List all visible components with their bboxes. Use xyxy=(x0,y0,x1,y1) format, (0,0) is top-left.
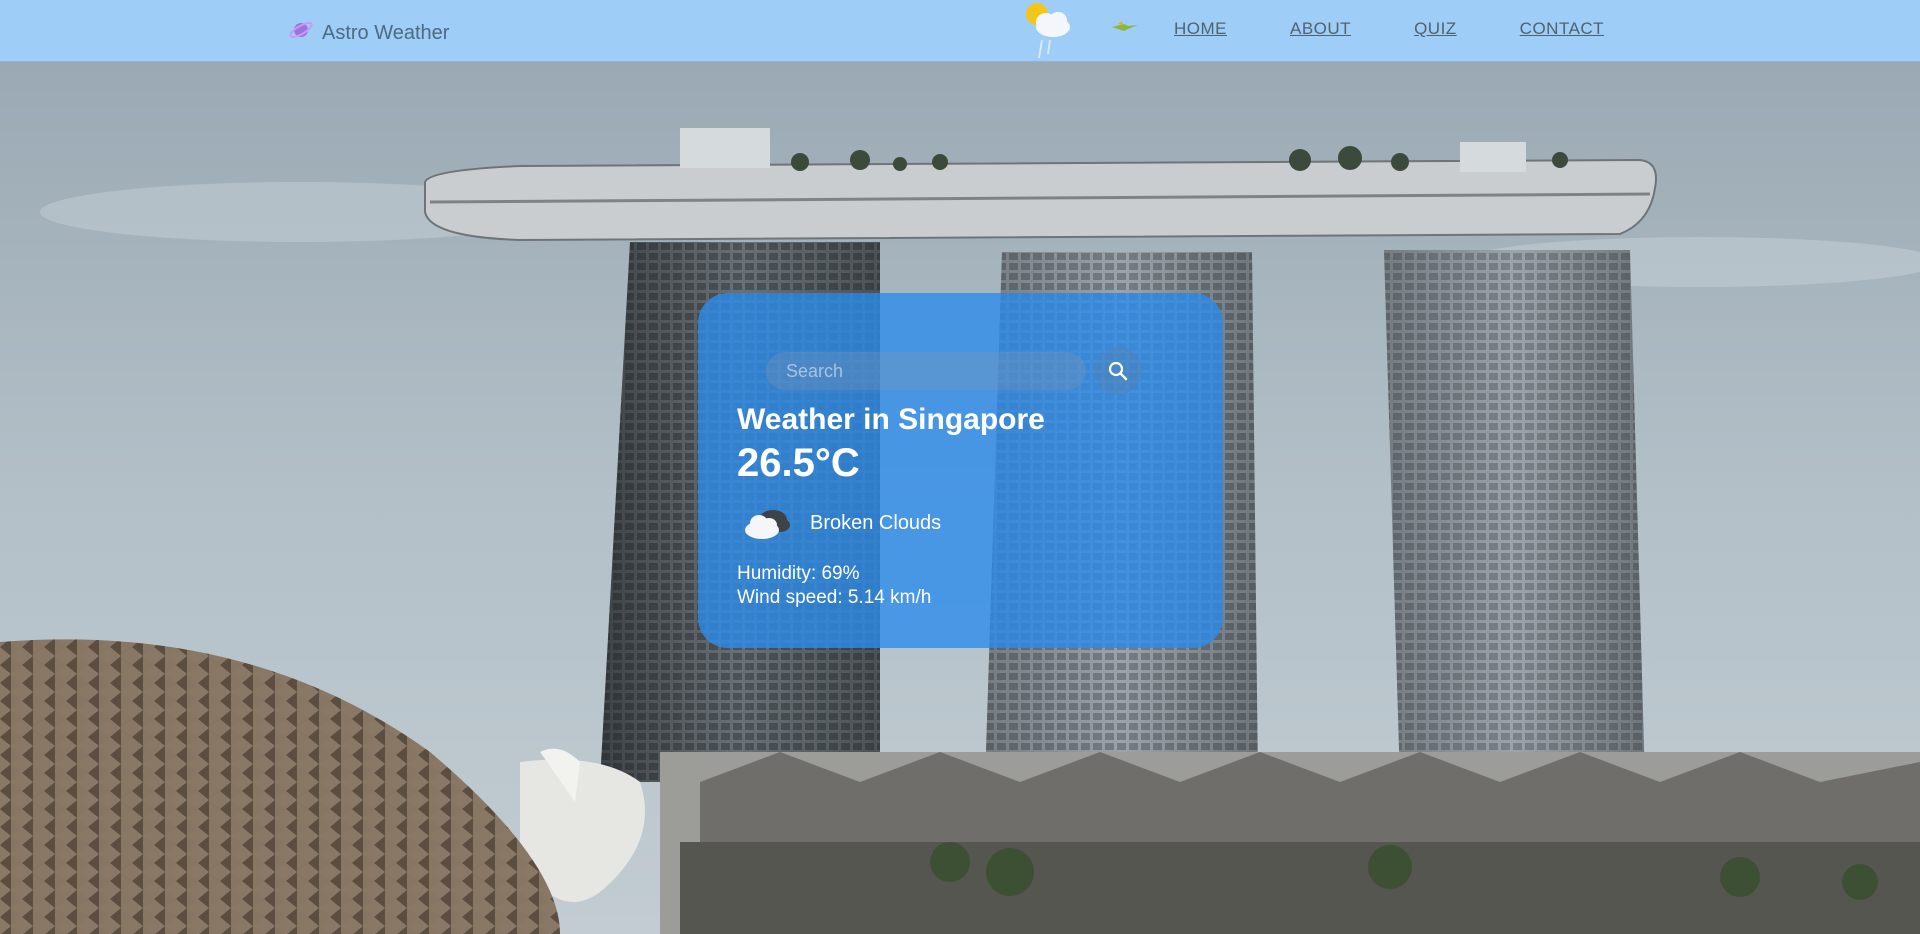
brand-name: Astro Weather xyxy=(322,22,450,44)
magnifier-icon xyxy=(1108,361,1128,381)
weather-card: Weather in Singapore 26.5°C Broken Cloud… xyxy=(698,293,1223,648)
search-button[interactable] xyxy=(1094,347,1142,395)
nav-contact-link[interactable]: CONTACT xyxy=(1520,19,1604,39)
nav-about-link[interactable]: ABOUT xyxy=(1290,19,1351,39)
brand[interactable]: Astro Weather xyxy=(288,14,449,45)
temperature: 26.5°C xyxy=(737,441,860,485)
condition-row: Broken Clouds xyxy=(740,503,941,543)
broken-clouds-icon xyxy=(745,510,790,539)
planet-logo-icon xyxy=(289,21,313,38)
wind-speed: Wind speed: 5.14 km/h xyxy=(737,587,932,608)
nav-home-link[interactable]: HOME xyxy=(1174,19,1227,39)
nav-links: HOME ABOUT QUIZ CONTACT xyxy=(1174,19,1604,39)
navbar: Astro Weather HOME ABOUT QUIZ CONTACT xyxy=(0,0,1920,62)
search-bar xyxy=(766,347,1142,395)
condition-text: Broken Clouds xyxy=(810,511,942,534)
search-input[interactable] xyxy=(766,352,1086,390)
humidity: Humidity: 69% xyxy=(737,563,860,584)
plane-icon xyxy=(1112,21,1138,31)
nav-quiz-link[interactable]: QUIZ xyxy=(1414,19,1457,39)
city-title: Weather in Singapore xyxy=(737,403,1045,436)
sun-cloud-rain-icon xyxy=(1026,3,1070,59)
